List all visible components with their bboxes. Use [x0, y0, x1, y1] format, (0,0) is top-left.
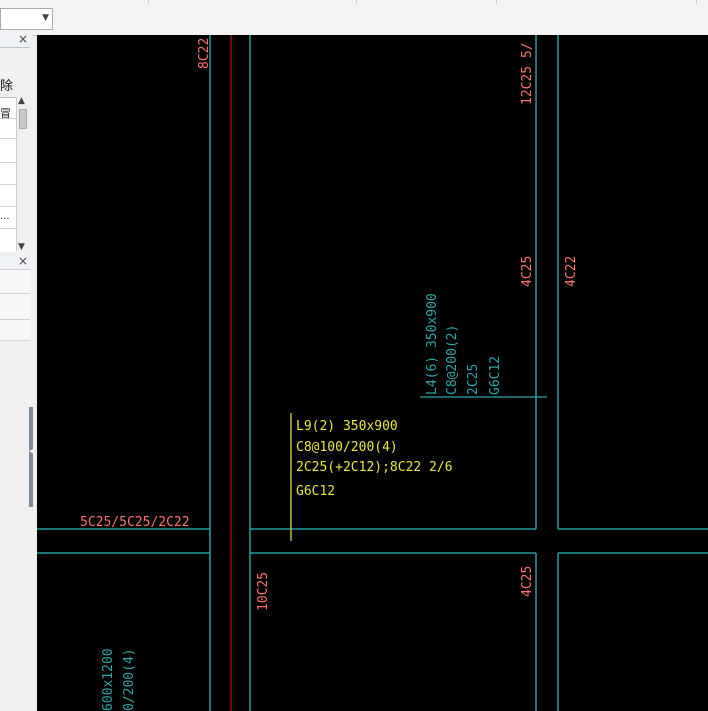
- grid-header-cell: 冒: [0, 107, 11, 120]
- l9-rebar-label: 2C25(+2C12);8C22 2/6: [296, 460, 453, 475]
- l4-side-rebar-label: G6C12: [488, 356, 503, 395]
- layer-dropdown[interactable]: ▼: [0, 8, 53, 30]
- left-beam-rebar-label: 5C25/5C25/2C22: [80, 515, 190, 530]
- scrollbar-thumb[interactable]: [19, 109, 27, 129]
- property-list[interactable]: [0, 269, 30, 341]
- scroll-up-icon[interactable]: ▲: [18, 96, 25, 106]
- chevron-down-icon: ▼: [42, 13, 49, 23]
- right-top-label: 12C25 5/: [520, 42, 535, 105]
- l4-stirrup-label: C8@200(2): [445, 325, 460, 395]
- vertical-scrollbar[interactable]: ▲ ▼: [16, 96, 30, 252]
- scroll-down-icon[interactable]: ▼: [18, 242, 25, 252]
- left-panel: × 除 冒 ... ▲ ▼ × ◀: [0, 35, 33, 711]
- panel-header: ×: [0, 35, 30, 48]
- l9-beam-label: L9(2) 350x900: [296, 419, 398, 434]
- bottom-left-beam-label: 600x1200: [101, 648, 116, 711]
- lower-column-label: 10C25: [256, 572, 271, 611]
- toolbar: ▼: [0, 0, 708, 36]
- close-icon[interactable]: ×: [18, 35, 28, 46]
- l4-beam-label: L4(6) 350x900: [425, 293, 440, 395]
- mid-right-rebar-label: 4C22: [564, 256, 579, 287]
- bottom-left-stirrup-label: 0/200(4): [122, 648, 137, 711]
- l9-side-rebar-label: G6C12: [296, 484, 335, 499]
- delete-label[interactable]: 除: [0, 75, 13, 94]
- toolbar-separator: [696, 0, 697, 4]
- column-top-label: 8C22: [197, 38, 212, 69]
- drawing-svg: 8C22 12C25 5/ 4C25 4C22 10C25 4C25 L4(6)…: [37, 35, 708, 711]
- toolbar-separator: [496, 0, 497, 4]
- l4-top-rebar-label: 2C25: [466, 364, 481, 395]
- more-ellipsis[interactable]: ...: [0, 211, 10, 222]
- lower-right-rebar-label: 4C25: [520, 566, 535, 597]
- panel-splitter[interactable]: [29, 407, 33, 507]
- l9-stirrup-label: C8@100/200(4): [296, 440, 398, 455]
- close-icon[interactable]: ×: [18, 254, 28, 268]
- mid-left-rebar-label: 4C25: [520, 256, 535, 287]
- toolbar-separator: [148, 0, 149, 4]
- collapse-arrow-icon[interactable]: ◀: [29, 447, 33, 455]
- toolbar-separator: [356, 0, 357, 4]
- cad-drawing-canvas[interactable]: 8C22 12C25 5/ 4C25 4C22 10C25 4C25 L4(6)…: [37, 35, 708, 711]
